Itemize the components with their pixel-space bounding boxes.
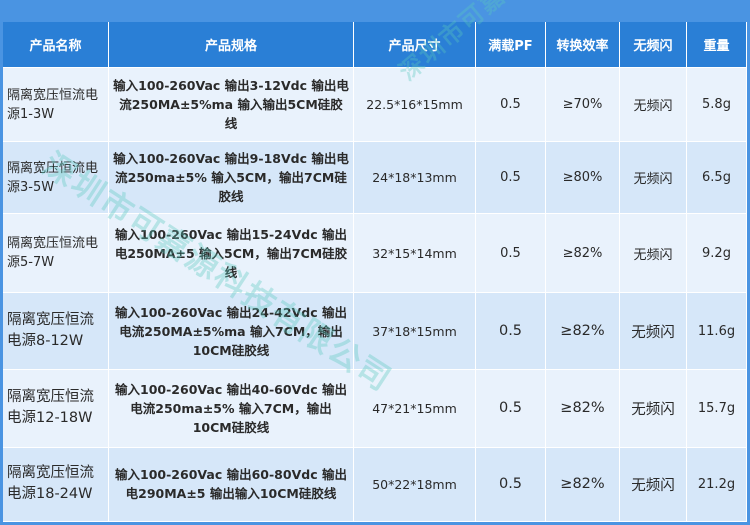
table-row: 隔离宽压恒流电源8-12W 输入100-260Vac 输出24-42Vdc 输出… bbox=[3, 293, 747, 370]
product-weight: 11.6g bbox=[687, 293, 747, 370]
product-weight: 9.2g bbox=[687, 214, 747, 294]
product-flicker: 无频闪 bbox=[620, 369, 687, 448]
table-row: 隔离宽压恒流电源5-7W 输入100-260Vac 输出15-24Vdc 输出电… bbox=[3, 214, 747, 294]
product-efficiency: ≥82% bbox=[546, 369, 620, 448]
product-weight: 6.5g bbox=[687, 142, 747, 215]
product-size: 22.5*16*15mm bbox=[354, 68, 476, 143]
product-name: 隔离宽压恒流电源1-3W bbox=[3, 68, 109, 143]
product-spec: 输入100-260Vac 输出15-24Vdc 输出电250MA±5 输入5CM… bbox=[109, 214, 354, 294]
product-flicker: 无频闪 bbox=[620, 447, 687, 522]
header-name: 产品名称 bbox=[3, 22, 109, 68]
product-pf: 0.5 bbox=[476, 214, 546, 294]
header-pf: 满载PF bbox=[476, 22, 546, 68]
product-pf: 0.5 bbox=[476, 293, 546, 370]
product-spec: 输入100-260Vac 输出60-80Vdc 输出电290MA±5 输出输入1… bbox=[109, 447, 354, 522]
product-flicker: 无频闪 bbox=[620, 293, 687, 370]
product-pf: 0.5 bbox=[476, 369, 546, 448]
header-spec: 产品规格 bbox=[109, 22, 354, 68]
product-pf: 0.5 bbox=[476, 142, 546, 215]
table-row: 隔离宽压恒流电源3-5W 输入100-260Vac 输出9-18Vdc 输出电流… bbox=[3, 142, 747, 215]
product-spec: 输入100-260Vac 输出24-42Vdc 输出电流250MA±5%ma 输… bbox=[109, 293, 354, 370]
product-weight: 21.2g bbox=[687, 447, 747, 522]
product-name: 隔离宽压恒流电源3-5W bbox=[3, 142, 109, 215]
product-name: 隔离宽压恒流电源12-18W bbox=[3, 369, 109, 448]
product-efficiency: ≥80% bbox=[546, 142, 620, 215]
header-flicker: 无频闪 bbox=[620, 22, 687, 68]
product-efficiency: ≥70% bbox=[546, 68, 620, 143]
header-size: 产品尺寸 bbox=[354, 22, 476, 68]
product-size: 47*21*15mm bbox=[354, 369, 476, 448]
product-size: 50*22*18mm bbox=[354, 447, 476, 522]
product-spec: 输入100-260Vac 输出9-18Vdc 输出电流250ma±5% 输入5C… bbox=[109, 142, 354, 215]
product-weight: 5.8g bbox=[687, 68, 747, 143]
product-name: 隔离宽压恒流电源5-7W bbox=[3, 214, 109, 294]
product-size: 32*15*14mm bbox=[354, 214, 476, 294]
product-efficiency: ≥82% bbox=[546, 214, 620, 294]
table-row: 隔离宽压恒流电源1-3W 输入100-260Vac 输出3-12Vdc 输出电流… bbox=[3, 68, 747, 143]
product-efficiency: ≥82% bbox=[546, 447, 620, 522]
product-size: 24*18*13mm bbox=[354, 142, 476, 215]
product-weight: 15.7g bbox=[687, 369, 747, 448]
product-flicker: 无频闪 bbox=[620, 214, 687, 294]
product-flicker: 无频闪 bbox=[620, 68, 687, 143]
product-size: 37*18*15mm bbox=[354, 293, 476, 370]
header-row: 产品名称 产品规格 产品尺寸 满载PF 转换效率 无频闪 重量 bbox=[3, 22, 747, 68]
header-efficiency: 转换效率 bbox=[546, 22, 620, 68]
table-row: 隔离宽压恒流电源12-18W 输入100-260Vac 输出40-60Vdc 输… bbox=[3, 369, 747, 448]
product-spec: 输入100-260Vac 输出3-12Vdc 输出电流250MA±5%ma 输入… bbox=[109, 68, 354, 143]
product-name: 隔离宽压恒流电源18-24W bbox=[3, 447, 109, 522]
product-name: 隔离宽压恒流电源8-12W bbox=[3, 293, 109, 370]
product-efficiency: ≥82% bbox=[546, 293, 620, 370]
table-row: 隔离宽压恒流电源18-24W 输入100-260Vac 输出60-80Vdc 输… bbox=[3, 447, 747, 522]
product-spec: 输入100-260Vac 输出40-60Vdc 输出电流250ma±5% 输入7… bbox=[109, 369, 354, 448]
product-flicker: 无频闪 bbox=[620, 142, 687, 215]
product-pf: 0.5 bbox=[476, 447, 546, 522]
product-pf: 0.5 bbox=[476, 68, 546, 143]
header-weight: 重量 bbox=[687, 22, 747, 68]
spec-table: 产品名称 产品规格 产品尺寸 满载PF 转换效率 无频闪 重量 隔离宽压恒流电源… bbox=[3, 22, 747, 522]
